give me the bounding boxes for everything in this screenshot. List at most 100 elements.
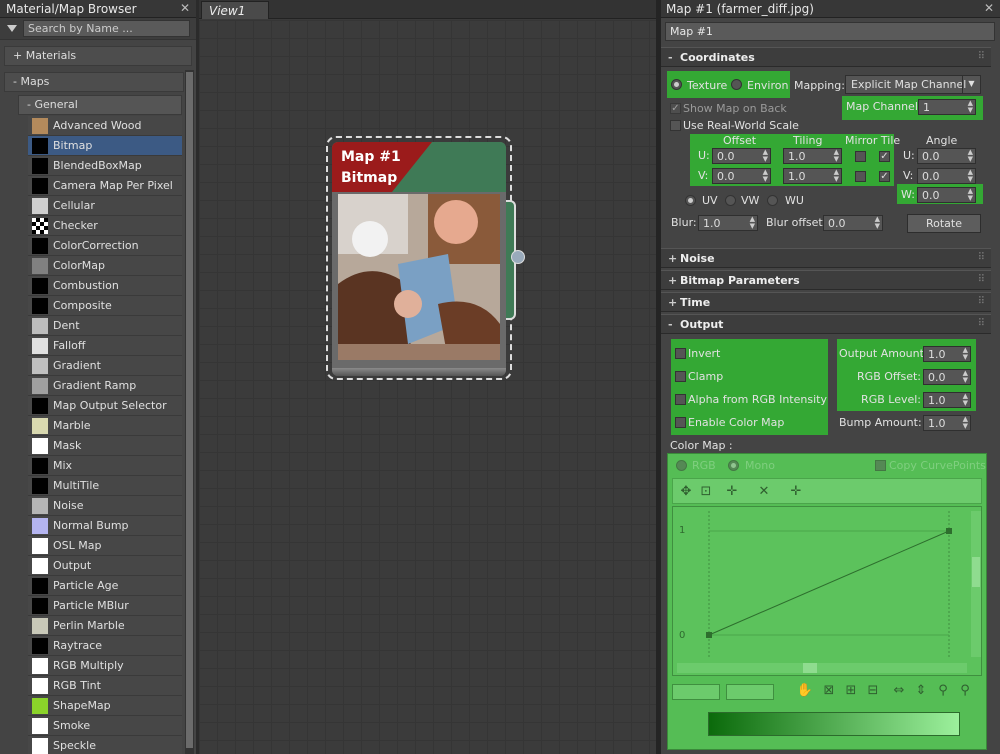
drag-grip-icon[interactable]: ⠿ [978,318,985,329]
list-item[interactable]: Camera Map Per Pixel [28,176,182,196]
scrollbar-thumb[interactable] [186,72,193,748]
output-amount-spinner[interactable]: 1.0 ▲ ▼ [923,346,971,362]
environ-radio[interactable] [731,79,742,90]
angle-w-spinner[interactable]: 0.0 ▲ ▼ [917,187,976,203]
drag-grip-icon[interactable]: ⠿ [978,252,985,263]
list-item[interactable]: RGB Multiply [28,656,182,676]
wu-radio[interactable] [767,195,778,206]
list-item[interactable]: BlendedBoxMap [28,156,182,176]
list-item[interactable]: Output [28,556,182,576]
browser-options-icon[interactable] [7,25,17,32]
scale-point-icon[interactable]: ⊡ [697,483,715,501]
blur-spinner[interactable]: 1.0 ▲ ▼ [698,215,758,231]
rollout-coordinates[interactable]: - Coordinates ⠿ [661,47,991,67]
map-channel-spinner[interactable]: 1 ▲ ▼ [918,99,976,115]
list-item[interactable]: Raytrace [28,636,182,656]
list-item[interactable]: Checker [28,216,182,236]
alpha-from-rgb-checkbox[interactable] [675,394,686,405]
tiling-u-spinner[interactable]: 1.0 ▲ ▼ [783,148,842,164]
node-canvas[interactable]: Map #1 Bitmap [199,20,656,754]
mono-radio[interactable] [728,460,739,471]
list-item[interactable]: Mask [28,436,182,456]
list-item[interactable]: Particle Age [28,576,182,596]
list-item[interactable]: MultiTile [28,476,182,496]
rollout-output[interactable]: - Output ⠿ [661,314,991,334]
rotate-button[interactable]: Rotate [907,214,981,233]
bump-amount-spinner[interactable]: 1.0 ▲ ▼ [923,415,971,431]
vw-radio[interactable] [725,195,736,206]
point-x-field[interactable] [672,684,720,700]
list-item[interactable]: Map Output Selector [28,396,182,416]
rgb-level-spinner[interactable]: 1.0 ▲ ▼ [923,392,971,408]
zoom-icon[interactable]: ⚲ [934,682,952,700]
enable-color-map-checkbox[interactable] [675,417,686,428]
zoom-x-icon[interactable]: ⇔ [890,682,908,700]
tab-view1[interactable]: View1 [201,1,269,19]
list-item[interactable]: Dent [28,316,182,336]
rgb-offset-spinner[interactable]: 0.0 ▲ ▼ [923,369,971,385]
reset-curve-icon[interactable]: ✛ [787,483,805,501]
move-point-icon[interactable]: ✥ [677,483,695,501]
list-item[interactable]: Bitmap [28,136,182,156]
drag-grip-icon[interactable]: ⠿ [978,274,985,285]
group-materials[interactable]: + Materials [4,46,192,66]
list-item[interactable]: ColorMap [28,256,182,276]
list-item[interactable]: Gradient [28,356,182,376]
clamp-checkbox[interactable] [675,371,686,382]
list-item[interactable]: Falloff [28,336,182,356]
tile-u-checkbox[interactable]: ✓ [879,151,890,162]
offset-v-spinner[interactable]: 0.0 ▲ ▼ [712,168,771,184]
bitmap-node[interactable]: Map #1 Bitmap [332,142,506,376]
list-item[interactable]: Cellular [28,196,182,216]
zoom-horizontal-icon[interactable]: ⊞ [842,682,860,700]
list-item[interactable]: Speckle [28,736,182,754]
list-item[interactable]: Marble [28,416,182,436]
zoom-y-icon[interactable]: ⇕ [912,682,930,700]
list-item[interactable]: ColorCorrection [28,236,182,256]
list-item[interactable]: Advanced Wood [28,116,182,136]
copy-curve-points-checkbox[interactable] [875,460,886,471]
list-item[interactable]: Normal Bump [28,516,182,536]
group-maps[interactable]: - Maps [4,72,184,92]
add-point-icon[interactable]: ✛ [723,483,741,501]
tile-v-checkbox[interactable]: ✓ [879,171,890,182]
search-input[interactable] [23,20,190,37]
rollout-noise[interactable]: + Noise ⠿ [661,248,991,268]
texture-radio[interactable] [671,79,682,90]
list-item[interactable]: Smoke [28,716,182,736]
invert-checkbox[interactable] [675,348,686,359]
point-y-field[interactable] [726,684,774,700]
use-real-world-scale-checkbox[interactable] [670,120,681,131]
pan-icon[interactable]: ✋ [796,682,814,700]
drag-grip-icon[interactable]: ⠿ [978,51,985,62]
list-item[interactable]: OSL Map [28,536,182,556]
list-item[interactable]: Mix [28,456,182,476]
zoom-vertical-icon[interactable]: ⊟ [864,682,882,700]
group-general[interactable]: - General [18,95,182,115]
mapping-dropdown[interactable]: Explicit Map Channel ▼ [845,75,981,94]
list-item[interactable]: ShapeMap [28,696,182,716]
list-item[interactable]: Combustion [28,276,182,296]
mirror-v-checkbox[interactable] [855,171,866,182]
close-icon[interactable]: ✕ [180,1,190,15]
rollout-bitmap-parameters[interactable]: + Bitmap Parameters ⠿ [661,270,991,290]
list-item[interactable]: Perlin Marble [28,616,182,636]
rgb-radio[interactable] [676,460,687,471]
list-item[interactable]: Particle MBlur [28,596,182,616]
list-item[interactable]: Gradient Ramp [28,376,182,396]
blur-offset-spinner[interactable]: 0.0 ▲ ▼ [823,215,883,231]
zoom-extents-icon[interactable]: ⊠ [820,682,838,700]
tiling-v-spinner[interactable]: 1.0 ▲ ▼ [783,168,842,184]
drag-grip-icon[interactable]: ⠿ [978,296,985,307]
list-item[interactable]: Composite [28,296,182,316]
angle-v-spinner[interactable]: 0.0 ▲ ▼ [917,168,976,184]
offset-u-spinner[interactable]: 0.0 ▲ ▼ [712,148,771,164]
angle-u-spinner[interactable]: 0.0 ▲ ▼ [917,148,976,164]
list-item[interactable]: RGB Tint [28,676,182,696]
node-output-socket[interactable] [511,250,525,264]
delete-point-icon[interactable]: ✕ [755,483,773,501]
browser-scrollbar[interactable] [185,70,194,754]
uv-radio[interactable] [685,195,696,206]
rollout-time[interactable]: + Time ⠿ [661,292,991,312]
mirror-u-checkbox[interactable] [855,151,866,162]
